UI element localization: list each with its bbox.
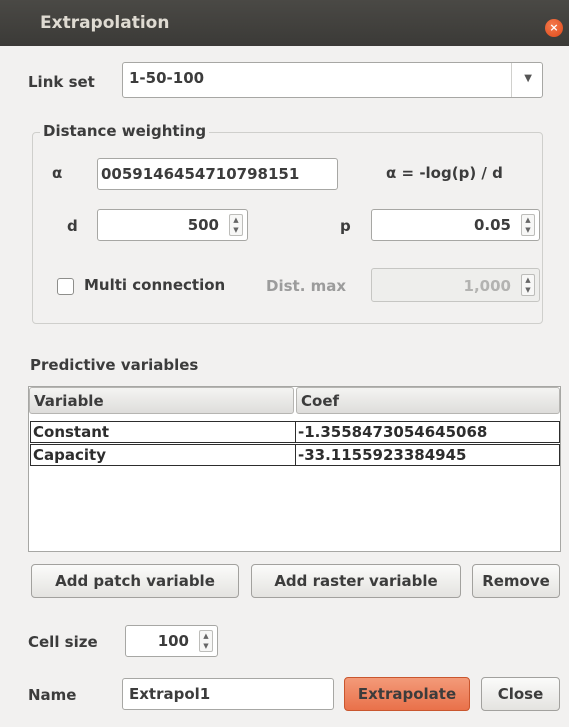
cell-size-stepper[interactable]: ▲ ▼ xyxy=(199,630,213,652)
extrapolate-button[interactable]: Extrapolate xyxy=(344,677,470,711)
multi-connection-checkbox[interactable] xyxy=(57,278,74,295)
spin-up-icon[interactable]: ▲ xyxy=(230,215,242,225)
multi-connection-label[interactable]: Multi connection xyxy=(84,276,225,294)
link-set-select[interactable]: 1-50-100 ▼ xyxy=(122,62,543,98)
cell-size-value: 100 xyxy=(157,632,189,650)
close-window-icon[interactable]: × xyxy=(545,19,563,37)
spin-down-icon: ▼ xyxy=(525,286,531,294)
dist-max-stepper: ▲ ▼ xyxy=(521,274,535,296)
title-bar: Extrapolation × xyxy=(0,0,569,46)
name-field[interactable]: Extrapol1 xyxy=(122,678,334,710)
spin-up-icon: ▲ xyxy=(525,276,531,284)
alpha-formula: α = -log(p) / d xyxy=(386,164,503,182)
cell-size-spinbox[interactable]: 100 ▲ ▼ xyxy=(125,625,218,657)
p-label: p xyxy=(340,217,351,235)
table-cell[interactable]: -33.1155923384945 xyxy=(295,444,560,466)
alpha-label: α xyxy=(52,164,63,182)
distance-weighting-title: Distance weighting xyxy=(40,122,210,140)
name-label: Name xyxy=(28,686,77,704)
dist-max-value: 1,000 xyxy=(463,277,511,295)
add-patch-variable-button[interactable]: Add patch variable xyxy=(31,564,239,598)
link-set-label: Link set xyxy=(28,73,95,91)
spin-down-icon[interactable]: ▼ xyxy=(200,641,212,651)
window-title: Extrapolation xyxy=(40,13,170,33)
chevron-down-icon[interactable]: ▼ xyxy=(524,73,532,84)
variables-table[interactable]: Variable Coef Constant -1.35584730546450… xyxy=(28,386,561,552)
d-stepper[interactable]: ▲ ▼ xyxy=(229,214,243,236)
link-set-value: 1-50-100 xyxy=(129,69,205,87)
predictive-variables-title: Predictive variables xyxy=(30,356,199,374)
dist-max-label: Dist. max xyxy=(266,277,347,295)
remove-button[interactable]: Remove xyxy=(472,564,560,598)
table-cell[interactable]: -1.3558473054645068 xyxy=(295,421,560,443)
spin-up-icon[interactable]: ▲ xyxy=(522,215,534,225)
spin-up-icon[interactable]: ▲ xyxy=(200,631,212,641)
p-stepper[interactable]: ▲ ▼ xyxy=(521,214,535,236)
cell-size-label: Cell size xyxy=(28,633,98,651)
p-spinbox[interactable]: 0.05 ▲ ▼ xyxy=(371,209,540,241)
column-header-coef[interactable]: Coef xyxy=(296,387,560,414)
p-value: 0.05 xyxy=(473,216,511,234)
table-cell[interactable]: Capacity xyxy=(30,444,296,466)
close-button[interactable]: Close xyxy=(481,677,560,711)
d-label: d xyxy=(67,217,78,235)
table-cell[interactable]: Constant xyxy=(30,421,296,443)
spin-down-icon[interactable]: ▼ xyxy=(230,225,242,235)
d-spinbox[interactable]: 500 ▲ ▼ xyxy=(97,209,248,241)
add-raster-variable-button[interactable]: Add raster variable xyxy=(251,564,461,598)
spin-down-icon[interactable]: ▼ xyxy=(522,225,534,235)
alpha-field[interactable]: 0059146454710798151 xyxy=(97,158,338,190)
dist-max-spinbox: 1,000 ▲ ▼ xyxy=(371,268,540,302)
column-header-variable[interactable]: Variable xyxy=(29,387,294,414)
d-value: 500 xyxy=(187,216,219,234)
